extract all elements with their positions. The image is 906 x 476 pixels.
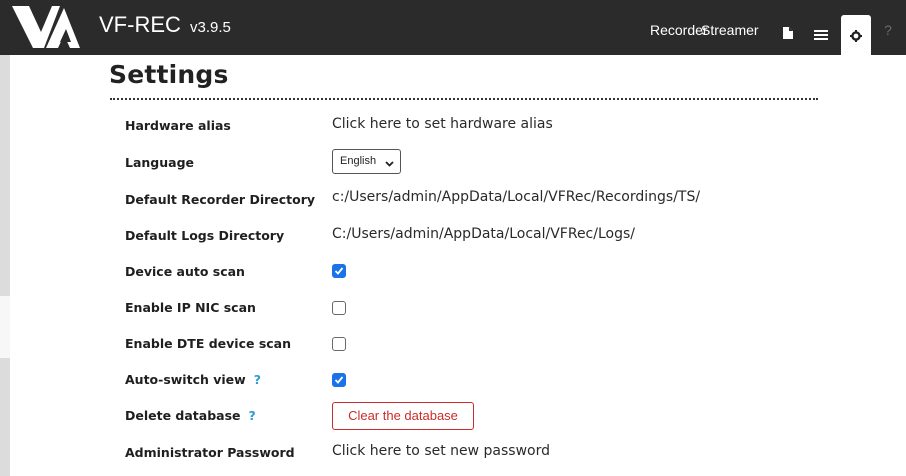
device-auto-scan-checkbox[interactable] — [332, 264, 346, 278]
recorder-directory-value[interactable]: c:/Users/admin/AppData/Local/VFRec/Recor… — [332, 189, 700, 205]
clear-database-button[interactable]: Clear the database — [332, 402, 474, 430]
checkmark-icon — [334, 376, 344, 384]
list-icon[interactable] — [814, 26, 828, 45]
ip-nic-scan-label: Enable IP NIC scan — [125, 300, 256, 315]
app-title: VF-REC v3.9.5 — [99, 12, 231, 38]
language-select[interactable]: English — [332, 149, 401, 174]
checkmark-icon — [334, 267, 344, 275]
language-label: Language — [125, 155, 195, 170]
nav-streamer[interactable]: Streamer — [701, 22, 759, 42]
vf-logo-icon[interactable] — [4, 2, 80, 52]
auto-switch-view-checkbox[interactable] — [332, 373, 346, 387]
gear-icon — [850, 27, 862, 46]
auto-switch-view-label: Auto-switch view? — [125, 372, 261, 387]
delete-database-label: Delete database? — [125, 408, 256, 423]
auto-switch-view-text: Auto-switch view — [125, 372, 246, 387]
page-title: Settings — [109, 60, 229, 89]
hardware-alias-label: Hardware alias — [125, 118, 231, 133]
delete-database-help-icon[interactable]: ? — [249, 408, 256, 423]
left-edge-strip — [0, 55, 10, 476]
device-auto-scan-label: Device auto scan — [125, 264, 245, 279]
recorder-directory-label: Default Recorder Directory — [125, 192, 316, 207]
logs-directory-label: Default Logs Directory — [125, 228, 285, 243]
language-selected-value: English — [340, 155, 377, 167]
delete-database-text: Delete database — [125, 408, 241, 423]
app-version: v3.9.5 — [190, 19, 231, 36]
title-divider — [110, 98, 818, 100]
ip-nic-scan-checkbox[interactable] — [332, 301, 346, 315]
chevron-down-icon — [385, 158, 394, 170]
tab-settings[interactable] — [841, 15, 871, 55]
logs-directory-value[interactable]: C:/Users/admin/AppData/Local/VFRec/Logs/ — [332, 226, 635, 242]
nav-help[interactable]: ? — [880, 22, 896, 42]
admin-password-label: Administrator Password — [125, 445, 295, 460]
auto-switch-help-icon[interactable]: ? — [254, 372, 261, 387]
dte-device-scan-label: Enable DTE device scan — [125, 336, 292, 351]
hardware-alias-link[interactable]: Click here to set hardware alias — [332, 116, 553, 132]
top-navigation-bar: VF-REC v3.9.5 Recorder Streamer ? — [0, 0, 906, 55]
app-name: VF-REC — [99, 12, 181, 37]
nav-recorder[interactable]: Recorder — [650, 22, 708, 42]
dte-device-scan-checkbox[interactable] — [332, 337, 346, 351]
admin-password-link[interactable]: Click here to set new password — [332, 443, 550, 459]
document-icon[interactable] — [782, 25, 794, 44]
